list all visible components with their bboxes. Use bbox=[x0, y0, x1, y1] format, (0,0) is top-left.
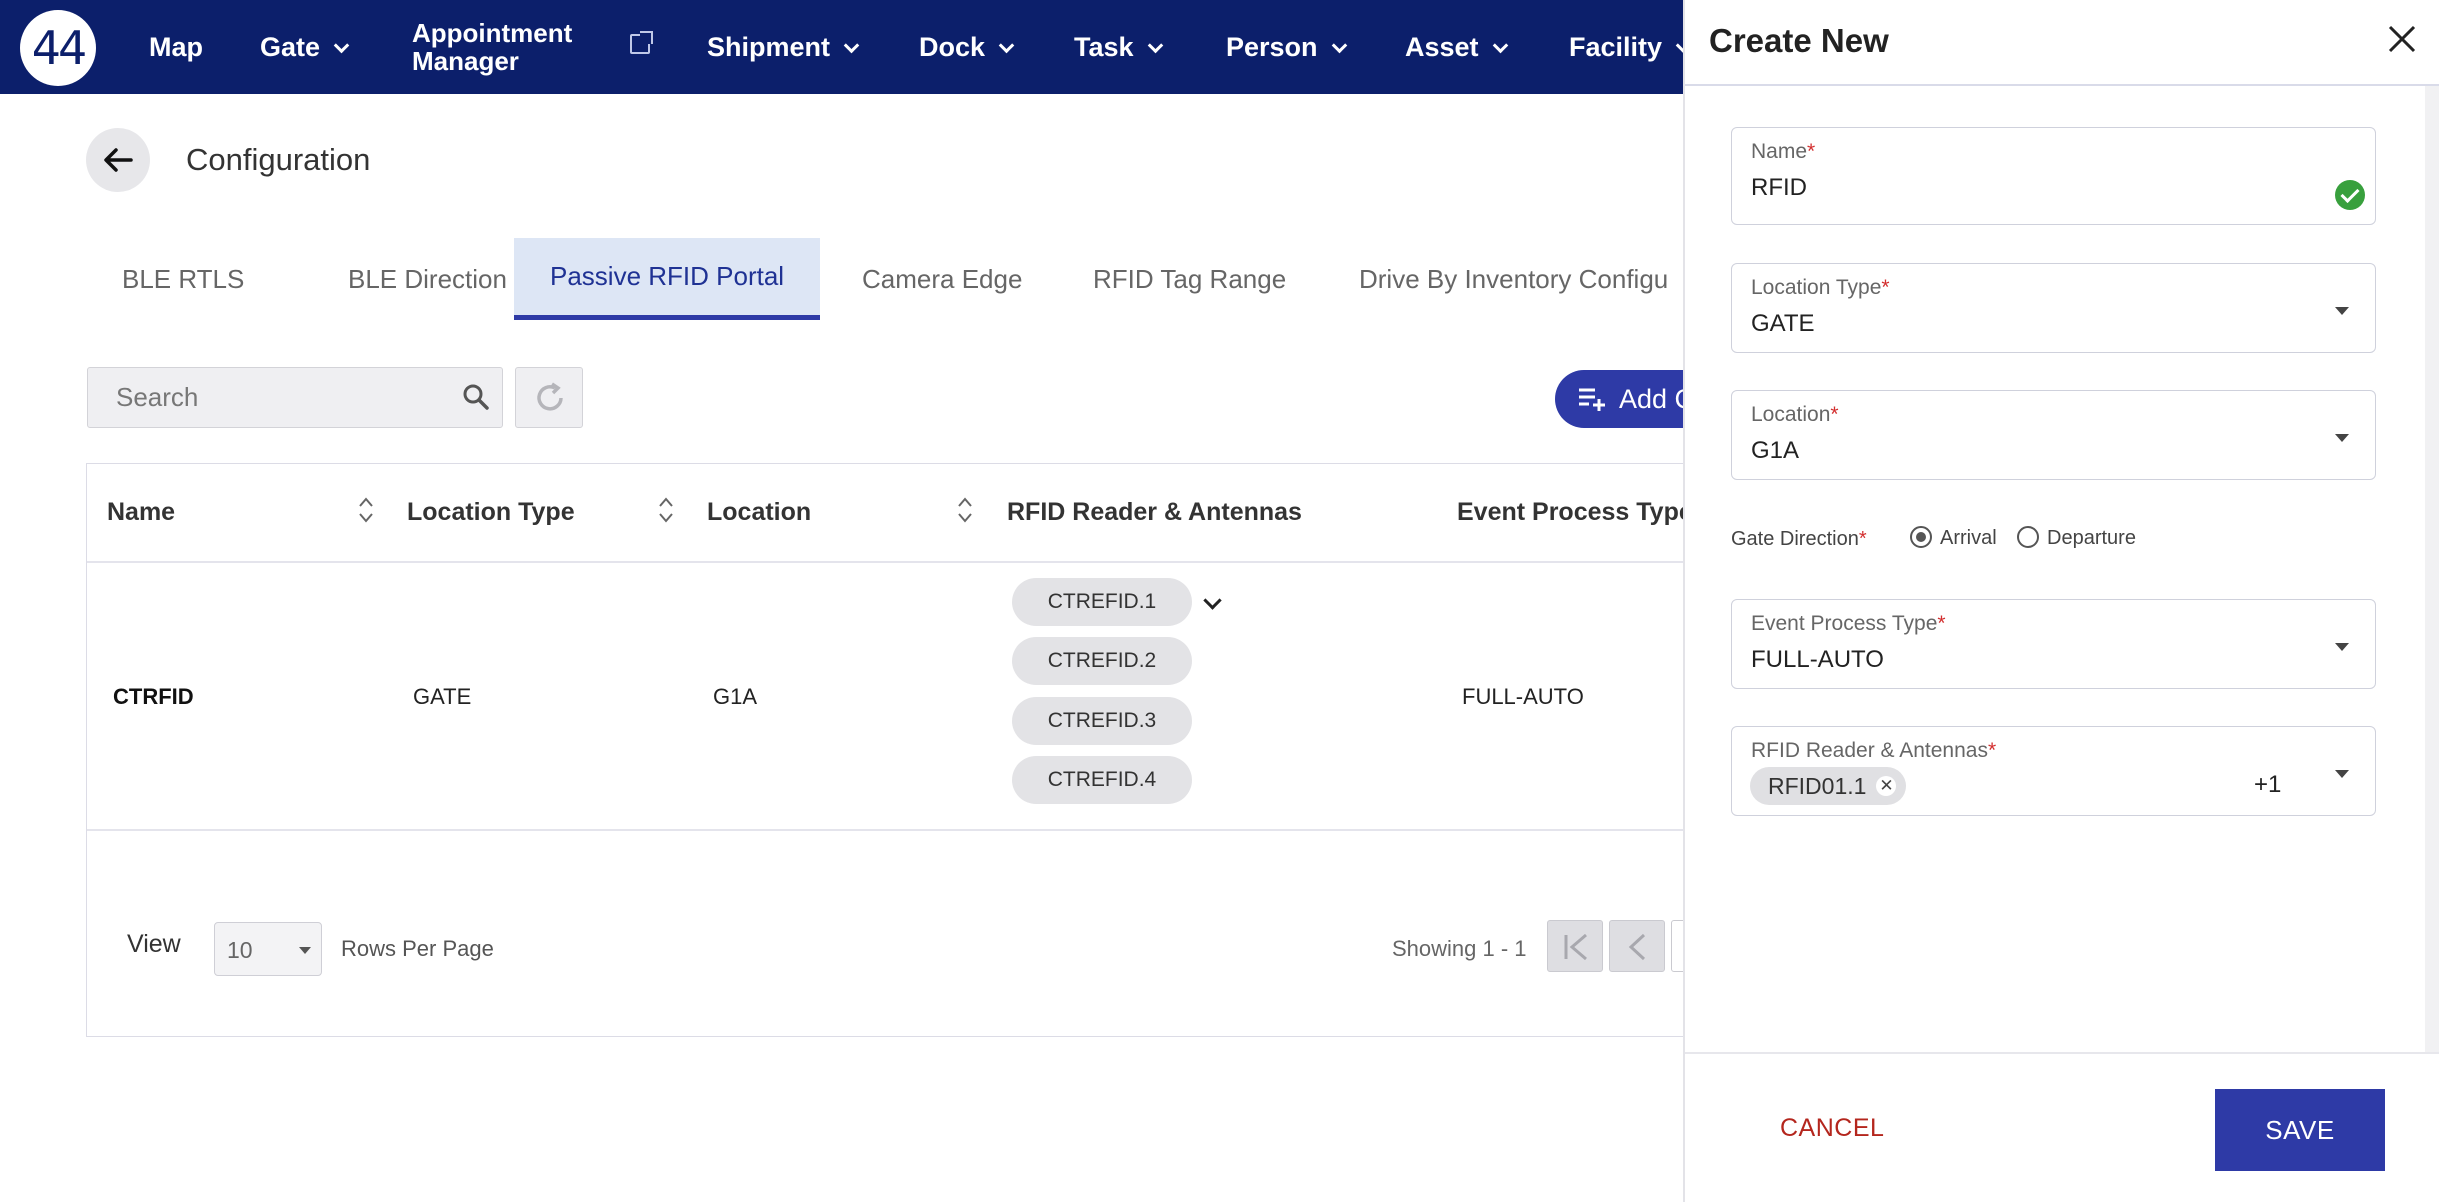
check-circle-icon bbox=[2335, 180, 2365, 210]
nav-item-facility[interactable]: Facility bbox=[1569, 0, 1692, 94]
nav-item-dock[interactable]: Dock bbox=[919, 0, 1015, 94]
divider bbox=[87, 561, 1687, 563]
nav-item-task[interactable]: Task bbox=[1074, 0, 1163, 94]
config-table: Name Location Type Location RFID Reader … bbox=[86, 463, 1693, 1037]
name-field[interactable]: Name* RFID bbox=[1731, 127, 2376, 225]
column-header-rfid-reader: RFID Reader & Antennas bbox=[1007, 498, 1302, 526]
column-header-location[interactable]: Location bbox=[707, 464, 811, 561]
page-title: Configuration bbox=[186, 142, 371, 177]
first-page-button[interactable] bbox=[1547, 920, 1603, 972]
event-process-type-select[interactable]: Event Process Type* FULL-AUTO bbox=[1731, 599, 2376, 689]
chevron-down-icon bbox=[1147, 37, 1163, 53]
first-page-icon bbox=[1564, 933, 1587, 961]
previous-page-button[interactable] bbox=[1609, 920, 1665, 972]
arrow-left-icon bbox=[104, 148, 133, 172]
name-input[interactable]: RFID bbox=[1751, 174, 1807, 202]
location-select[interactable]: Location* G1A bbox=[1731, 390, 2376, 480]
sort-icon[interactable] bbox=[658, 496, 674, 524]
logo[interactable]: 44 bbox=[20, 10, 96, 86]
config-tabs: BLE RTLS BLE Direction Passive RFID Port… bbox=[86, 238, 1686, 320]
antenna-chip: CTREFID.4 bbox=[1012, 756, 1192, 804]
tab-rfid-tag-range[interactable]: RFID Tag Range bbox=[1057, 238, 1322, 320]
chevron-down-icon bbox=[1492, 37, 1508, 53]
caret-down-icon bbox=[2335, 434, 2349, 442]
cell-name: CTRFID bbox=[113, 684, 194, 709]
search-input[interactable] bbox=[88, 368, 448, 427]
save-button[interactable]: SAVE bbox=[2215, 1089, 2385, 1171]
caret-down-icon bbox=[299, 947, 311, 954]
column-header-name[interactable]: Name bbox=[107, 464, 175, 561]
remove-chip-icon[interactable]: ✕ bbox=[1876, 776, 1897, 796]
search-box bbox=[87, 367, 503, 428]
nav-item-gate[interactable]: Gate bbox=[260, 0, 350, 94]
divider bbox=[87, 829, 1687, 831]
external-link-icon[interactable] bbox=[630, 31, 653, 54]
tab-camera-edge[interactable]: Camera Edge bbox=[826, 238, 1058, 320]
cell-location-type: GATE bbox=[413, 684, 472, 709]
chevron-down-icon bbox=[333, 37, 350, 53]
showing-count: Showing 1 - 1 bbox=[1392, 936, 1527, 961]
radio-departure[interactable] bbox=[2017, 526, 2039, 548]
column-header-location-type[interactable]: Location Type bbox=[407, 464, 575, 561]
refresh-icon bbox=[537, 382, 563, 411]
nav-item-map[interactable]: Map bbox=[149, 0, 203, 94]
chevron-down-icon bbox=[843, 37, 860, 53]
nav-item-shipment[interactable]: Shipment bbox=[707, 0, 860, 94]
playlist-add-icon bbox=[1579, 388, 1605, 411]
cell-event-process-type: FULL-AUTO bbox=[1462, 684, 1584, 709]
drawer-title: Create New bbox=[1709, 22, 1889, 59]
caret-down-icon bbox=[2335, 643, 2349, 651]
tab-ble-direction[interactable]: BLE Direction bbox=[312, 238, 543, 320]
gate-direction-label: Gate Direction* bbox=[1731, 528, 1867, 550]
column-header-event-process-type: Event Process Type bbox=[1457, 498, 1693, 526]
refresh-button[interactable] bbox=[515, 367, 583, 428]
create-new-drawer: Create New Name* RFID Location Type* GAT… bbox=[1685, 0, 2439, 1202]
radio-departure-label: Departure bbox=[2047, 527, 2136, 549]
nav-item-appointment-manager[interactable]: Appointment Manager bbox=[412, 0, 572, 94]
antenna-chip: CTREFID.3 bbox=[1012, 697, 1192, 745]
tab-ble-rtls[interactable]: BLE RTLS bbox=[86, 238, 280, 320]
drawer-footer: CANCEL SAVE bbox=[1685, 1052, 2439, 1202]
chevron-left-icon bbox=[1628, 933, 1646, 961]
scrollbar[interactable] bbox=[2425, 86, 2439, 1052]
antenna-chip: CTREFID.2 bbox=[1012, 637, 1192, 685]
rows-per-page-label: Rows Per Page bbox=[341, 936, 494, 961]
chevron-down-icon bbox=[998, 37, 1015, 53]
caret-down-icon bbox=[2335, 307, 2349, 315]
radio-arrival[interactable] bbox=[1910, 526, 1932, 548]
sort-icon[interactable] bbox=[957, 496, 973, 524]
chevron-down-icon[interactable] bbox=[1203, 591, 1222, 610]
sort-icon[interactable] bbox=[358, 496, 374, 524]
chevron-down-icon bbox=[1331, 37, 1347, 53]
rows-per-page-select[interactable]: 10 bbox=[214, 922, 322, 976]
more-count: +1 bbox=[2254, 771, 2282, 798]
nav-item-asset[interactable]: Asset bbox=[1405, 0, 1508, 94]
view-label: View bbox=[127, 930, 181, 958]
rfid-reader-select[interactable]: RFID Reader & Antennas* RFID01.1 ✕ +1 bbox=[1731, 726, 2376, 816]
cell-location: G1A bbox=[713, 684, 758, 709]
radio-arrival-label: Arrival bbox=[1940, 527, 1997, 549]
caret-down-icon bbox=[2335, 770, 2349, 778]
location-type-select[interactable]: Location Type* GATE bbox=[1731, 263, 2376, 353]
nav-item-person[interactable]: Person bbox=[1226, 0, 1347, 94]
search-icon[interactable] bbox=[462, 383, 490, 411]
rfid-reader-chip: RFID01.1 ✕ bbox=[1750, 767, 1907, 805]
antenna-chip: CTREFID.1 bbox=[1012, 578, 1192, 626]
back-button[interactable] bbox=[86, 128, 150, 192]
drawer-header: Create New bbox=[1685, 0, 2439, 86]
tab-passive-rfid-portal[interactable]: Passive RFID Portal bbox=[514, 238, 821, 320]
cancel-button[interactable]: CANCEL bbox=[1780, 1114, 1884, 1143]
tab-drive-by-inventory[interactable]: Drive By Inventory Configu bbox=[1323, 238, 1704, 320]
close-icon[interactable] bbox=[2385, 22, 2419, 56]
